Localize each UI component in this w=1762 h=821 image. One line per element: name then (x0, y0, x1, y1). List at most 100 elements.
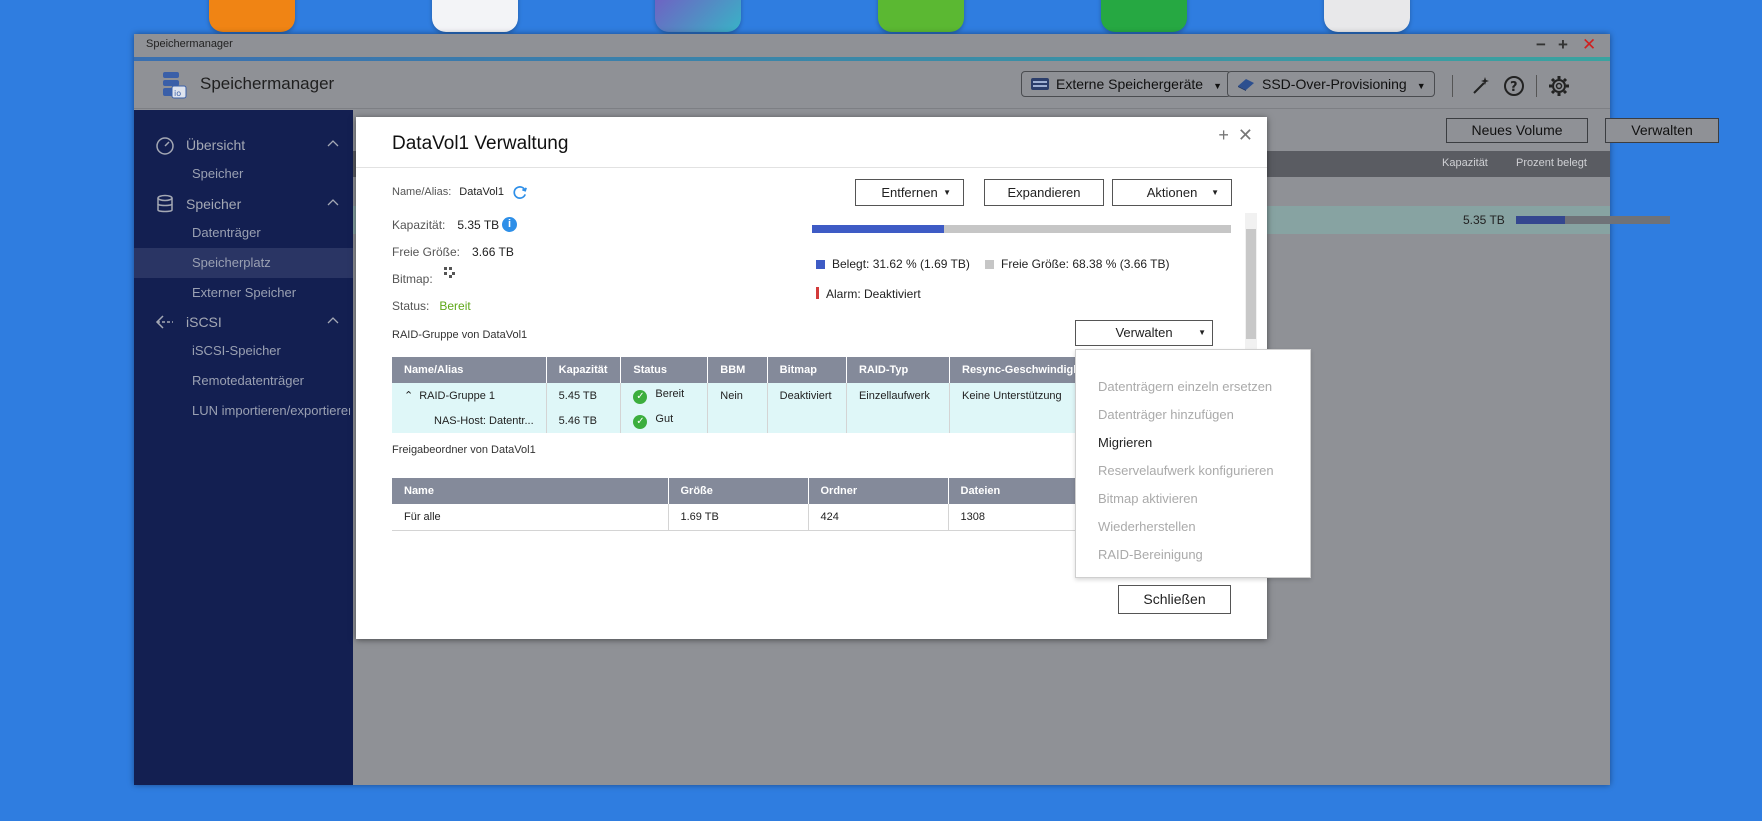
table-cell (707, 408, 768, 433)
col-header[interactable]: Name/Alias (392, 357, 547, 383)
ssd-overprovisioning-button[interactable]: SSD-Over-Provisioning ▼ (1227, 71, 1435, 97)
menu-item-replace-disks[interactable]: Datenträgern einzeln ersetzen (1098, 379, 1272, 394)
menu-item-enable-bitmap[interactable]: Bitmap aktivieren (1098, 491, 1198, 506)
scrollbar-thumb[interactable] (1246, 229, 1256, 339)
menu-item-configure-spare[interactable]: Reservelaufwerk konfigurieren (1098, 463, 1274, 478)
sidebar-item-label: Speicher (192, 166, 244, 181)
station-app-icon[interactable] (209, 0, 295, 32)
close-window-icon[interactable]: ✕ (1582, 35, 1596, 55)
status-cell: ✓ Gut (620, 408, 709, 433)
close-button[interactable]: Schließen (1118, 585, 1231, 614)
table-cell (767, 408, 847, 433)
external-storage-button[interactable]: Externe Speichergeräte ▼ (1021, 71, 1232, 97)
col-header[interactable]: Größe (668, 478, 809, 504)
actions-button[interactable]: Aktionen ▼ (1112, 179, 1232, 206)
shares-section-title: Freigabeordner von DataVol1 (392, 444, 536, 456)
menu-item-migrate[interactable]: Migrieren (1098, 435, 1152, 450)
sidebar-item-speicher-overview[interactable]: Speicher (134, 159, 353, 189)
col-header[interactable]: BBM (707, 357, 768, 383)
col-header[interactable]: Kapazität (546, 357, 622, 383)
free-legend: Freie Größe: 68.38 % (3.66 TB) (985, 257, 1170, 271)
volume-usage-bar-fill (1516, 216, 1566, 224)
status-field: Status: Bereit (392, 299, 471, 313)
name-alias-field: Name/Alias: DataVol1 (392, 186, 504, 198)
bitmap-label: Bitmap: (392, 272, 433, 286)
help-icon[interactable]: ? (1503, 75, 1525, 97)
info-icon[interactable]: i (502, 217, 517, 232)
disk-name-cell: NAS-Host: Datentr... (392, 408, 547, 433)
status-value: Bereit (439, 299, 471, 313)
status-text: Bereit (655, 387, 685, 400)
sidebar-item-storage-space[interactable]: Speicherplatz (134, 248, 353, 278)
chevron-up-icon[interactable]: ⌃ (404, 390, 413, 402)
alarm-marker (816, 287, 819, 299)
table-cell (949, 408, 1080, 433)
raid-table-header: Name/Alias Kapazität Status BBM Bitmap R… (392, 357, 1080, 383)
status-text: Gut (655, 412, 674, 425)
table-row[interactable]: ⌃ RAID-Gruppe 1 5.45 TB ✓ Bereit Nein Deak… (392, 383, 1080, 408)
expand-button[interactable]: Expandieren (984, 179, 1104, 206)
menu-item-recover[interactable]: Wiederherstellen (1098, 519, 1196, 534)
sidebar-group-label: iSCSI (186, 314, 222, 330)
raid-manage-label: Verwalten (1115, 325, 1173, 340)
usage-bar (812, 225, 1231, 233)
table-cell: 5.46 TB (546, 408, 622, 433)
col-header[interactable]: Status (620, 357, 709, 383)
menu-item-raid-scrubbing[interactable]: RAID-Bereinigung (1098, 547, 1203, 562)
col-header[interactable]: Dateien (948, 478, 1080, 504)
sidebar-group-storage[interactable]: Speicher (134, 189, 353, 219)
sidebar-item-external-storage[interactable]: Externer Speicher (134, 278, 353, 308)
sidebar-item-lun-import-export[interactable]: LUN importieren/exportieren (134, 396, 353, 426)
manage-dropdown-menu: Datenträgern einzeln ersetzen Datenträge… (1075, 349, 1311, 578)
download-station-app-icon[interactable] (1101, 0, 1187, 32)
sidebar-item-remote-disks[interactable]: Remotedatenträger (134, 366, 353, 396)
col-header[interactable]: RAID-Typ (846, 357, 951, 383)
actions-button-label: Aktionen (1146, 185, 1198, 200)
new-volume-button[interactable]: Neues Volume (1446, 118, 1588, 143)
table-cell: 1308 (948, 504, 1080, 531)
table-cell: Einzellaufwerk (846, 383, 951, 408)
free-size-label: Freie Größe: (392, 245, 461, 259)
sidebar-group-overview[interactable]: Übersicht (134, 130, 353, 160)
bitmap-grid-icon[interactable] (444, 267, 456, 279)
close-icon[interactable]: ✕ (1238, 125, 1253, 145)
col-header[interactable]: Name (392, 478, 669, 504)
volume-usage-bar (1516, 216, 1670, 224)
maximize-icon[interactable]: + (1218, 125, 1229, 145)
raid-manage-button[interactable]: Verwalten ▼ (1075, 320, 1213, 346)
minimize-icon[interactable]: − (1536, 35, 1546, 55)
sidebar-group-label: Speicher (186, 196, 242, 212)
menu-item-add-disk[interactable]: Datenträger hinzufügen (1098, 407, 1234, 422)
remove-button[interactable]: Entfernen ▼ (855, 179, 964, 206)
sidebar-item-iscsi-storage[interactable]: iSCSI-Speicher (134, 336, 353, 366)
sidebar-item-disks[interactable]: Datenträger (134, 218, 353, 248)
magic-wand-icon[interactable] (1470, 75, 1492, 97)
myqnapcloud-app-icon[interactable] (432, 0, 518, 32)
app-center-app-icon[interactable] (655, 0, 741, 32)
alarm-legend: Alarm: Deaktiviert (816, 287, 921, 301)
maximize-icon[interactable]: + (1558, 35, 1568, 55)
table-cell: Für alle (392, 504, 669, 531)
sidebar-group-iscsi[interactable]: iSCSI (134, 307, 353, 337)
external-drive-icon (1031, 78, 1049, 90)
settings-gear-icon[interactable] (1548, 75, 1570, 97)
system-settings-app-icon[interactable] (1324, 0, 1410, 32)
table-row[interactable]: NAS-Host: Datentr... 5.46 TB ✓ Gut (392, 408, 1080, 433)
manage-button[interactable]: Verwalten (1605, 118, 1719, 143)
refresh-icon[interactable] (513, 185, 528, 200)
help-center-app-icon[interactable] (878, 0, 964, 32)
name-alias-label: Name/Alias: (392, 186, 452, 198)
col-header[interactable]: Resync-Geschwindigke (949, 357, 1080, 383)
col-header[interactable]: Bitmap (767, 357, 847, 383)
free-size-field: Freie Größe: 3.66 TB (392, 245, 514, 259)
used-legend: Belegt: 31.62 % (1.69 TB) (816, 257, 970, 271)
sidebar: Übersicht Speicher Speicher Datenträger … (134, 110, 353, 785)
app-header: io Speichermanager Externe Speichergerät… (134, 61, 1610, 109)
database-icon (157, 194, 173, 213)
col-header[interactable]: Ordner (808, 478, 949, 504)
caret-down-icon: ▼ (1198, 328, 1206, 337)
table-cell: Deaktiviert (767, 383, 847, 408)
window-titlebar[interactable]: Speichermanager − + ✕ (134, 34, 1610, 57)
table-row[interactable]: Für alle 1.69 TB 424 1308 (392, 504, 1080, 531)
used-legend-text: Belegt: 31.62 % (1.69 TB) (832, 257, 970, 271)
